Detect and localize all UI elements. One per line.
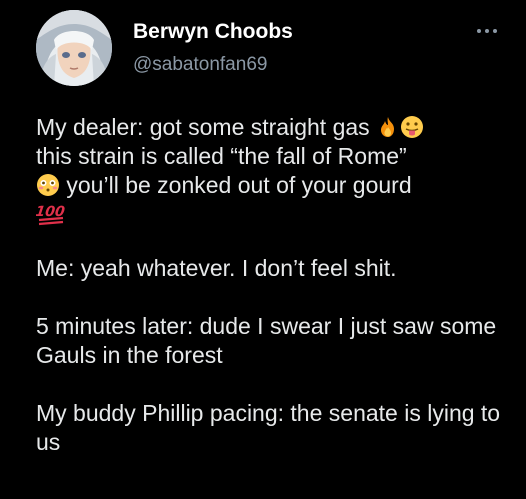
tweet-line: Me: yeah whatever. I don’t feel shit. xyxy=(36,255,397,281)
tweet-line: this strain is called “the fall of Rome” xyxy=(36,143,407,169)
flushed-face-emoji-icon xyxy=(36,173,60,197)
tweet-line: My buddy Phillip pacing: the senate is l… xyxy=(36,400,501,455)
tweet-line-text: My dealer: got some straight gas xyxy=(36,114,370,140)
more-options-button[interactable] xyxy=(472,24,502,38)
tweet-text: My dealer: got some straight gas this st… xyxy=(34,113,516,457)
more-dots-icon xyxy=(477,29,481,33)
tweet-line: 5 minutes later: dude I swear I just saw… xyxy=(36,313,497,368)
anime-avatar-icon xyxy=(36,10,112,86)
user-handle[interactable]: @sabatonfan69 xyxy=(133,54,267,76)
avatar[interactable] xyxy=(36,10,112,86)
tweet-line: you’ll be zonked out of your gourd xyxy=(36,171,516,200)
tweet-line: My dealer: got some straight gas xyxy=(36,113,516,142)
hundred-points-emoji-icon: 100 xyxy=(34,201,66,227)
tweet-card: Berwyn Choobs @sabatonfan69 My dealer: g… xyxy=(0,0,526,499)
tweet-line-text: you’ll be zonked out of your gourd xyxy=(60,172,412,198)
display-name[interactable]: Berwyn Choobs xyxy=(133,20,293,44)
face-with-tongue-emoji-icon xyxy=(400,115,424,139)
fire-emoji-icon xyxy=(376,115,400,139)
